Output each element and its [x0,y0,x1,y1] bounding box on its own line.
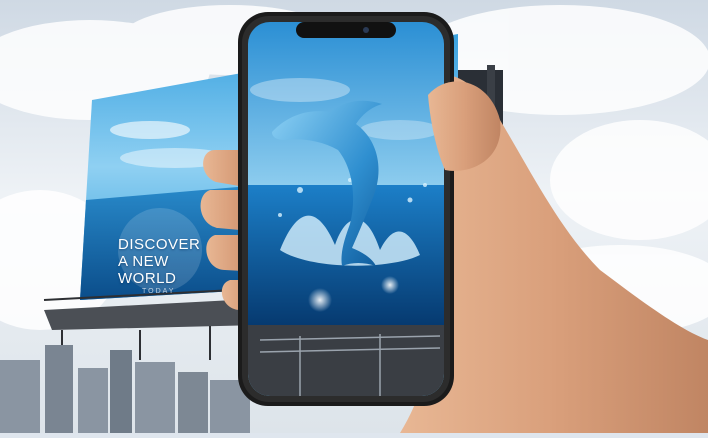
billboard-headline: DISCOVER A NEW WORLD TODAY [118,236,228,296]
billboard-headline-line2: A NEW WORLD [118,253,177,287]
phone-notch-icon [296,22,396,38]
scene-svg [0,0,708,434]
billboard-subtext: TODAY [142,288,176,295]
phone-screen [248,22,444,396]
billboard-headline-line1: DISCOVER [118,236,201,253]
photo-scene: DISCOVER A NEW WORLD TODAY [0,0,708,434]
